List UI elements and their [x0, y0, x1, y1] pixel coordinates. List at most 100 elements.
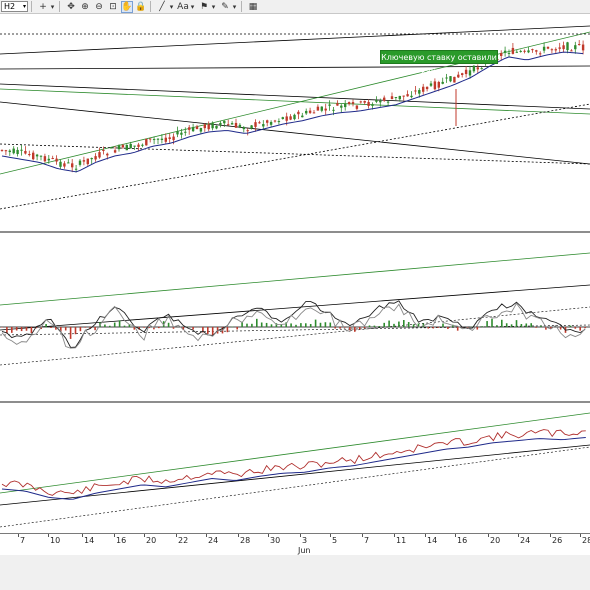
- candle-body: [379, 100, 382, 103]
- histogram-bar: [1, 327, 3, 328]
- chevron-down-icon: ▾: [22, 3, 26, 10]
- histogram-bar: [246, 323, 248, 327]
- candle-body: [90, 157, 93, 160]
- histogram-bar: [265, 322, 268, 327]
- flag-icon[interactable]: ⚑: [198, 1, 210, 13]
- trendline: [0, 83, 590, 110]
- axis-tick-label: 3: [302, 536, 308, 545]
- candle-body: [464, 69, 468, 75]
- candle-body: [515, 51, 518, 53]
- text-tool-icon[interactable]: Aa: [177, 1, 189, 13]
- candle-body: [500, 53, 503, 56]
- candle-body: [293, 114, 296, 120]
- histogram-bar: [491, 318, 493, 327]
- histogram-bar: [15, 327, 18, 331]
- candle-body: [176, 131, 179, 135]
- candle-body: [149, 138, 152, 140]
- chevron-down-icon[interactable]: ▾: [189, 1, 196, 13]
- oscillator-pane[interactable]: [0, 235, 590, 403]
- grid-icon[interactable]: ▦: [247, 1, 259, 13]
- lock-icon[interactable]: 🔒: [135, 1, 147, 13]
- histogram-bar: [535, 327, 537, 328]
- histogram-bar: [256, 318, 258, 327]
- candle-body: [110, 147, 113, 149]
- axis-tick-label: 16: [116, 536, 127, 545]
- histogram-bar: [368, 325, 371, 327]
- axis-tick-mark: [238, 534, 239, 537]
- candle-body: [281, 117, 284, 119]
- candle-body: [133, 145, 136, 147]
- candle-body: [305, 110, 308, 114]
- axis-tick-label: 28: [582, 536, 590, 545]
- candle-body: [273, 120, 277, 122]
- histogram-bar: [260, 322, 263, 327]
- axis-month-label: Jun: [298, 546, 311, 555]
- trendline-green: [0, 88, 590, 115]
- histogram-bar: [363, 327, 366, 329]
- candle-body: [32, 152, 35, 160]
- candle-body: [297, 111, 300, 115]
- trendline-green: [0, 252, 590, 306]
- candle-body: [347, 102, 351, 104]
- rsi-pane[interactable]: [0, 405, 590, 533]
- candle-body: [86, 158, 89, 165]
- chevron-down-icon[interactable]: ▾: [210, 1, 217, 13]
- histogram-bar: [20, 327, 23, 332]
- histogram-bar: [559, 327, 562, 330]
- candle-body: [351, 102, 355, 104]
- timeframe-select[interactable]: H2 ▾: [1, 1, 28, 12]
- zoom-out-icon[interactable]: ⊖: [93, 1, 105, 13]
- candle-body: [55, 158, 58, 162]
- chevron-down-icon[interactable]: ▾: [231, 1, 238, 13]
- axis-tick-mark: [362, 534, 363, 537]
- chevron-down-icon[interactable]: ▾: [168, 1, 175, 13]
- price-pane[interactable]: Ключевую ставку оставили как есть: [0, 14, 590, 233]
- chevron-down-icon[interactable]: ▾: [49, 1, 56, 13]
- news-label[interactable]: Ключевую ставку оставили как есть: [380, 50, 498, 76]
- crosshair-icon[interactable]: +: [37, 1, 49, 13]
- hand-icon[interactable]: ✋: [121, 0, 133, 13]
- candle-body: [211, 123, 214, 129]
- candle-body: [554, 49, 557, 51]
- zoom-fit-icon[interactable]: ⊡: [107, 1, 119, 13]
- histogram-bar: [295, 324, 297, 327]
- candle-body: [4, 150, 8, 152]
- candle-body: [316, 106, 320, 111]
- candle-body: [476, 67, 479, 70]
- histogram-bar: [300, 323, 302, 327]
- histogram-bar: [251, 323, 253, 327]
- trendline-dashed: [0, 446, 590, 528]
- axis-tick-mark: [425, 534, 426, 537]
- axis-tick-label: 26: [552, 536, 563, 545]
- histogram-bar: [64, 327, 67, 331]
- candle-body: [546, 46, 550, 49]
- axis-tick-mark: [518, 534, 519, 537]
- line-tool-icon[interactable]: ╱: [156, 1, 168, 13]
- axis-tick-mark: [206, 534, 207, 537]
- histogram-bar: [74, 327, 77, 335]
- candle-body: [106, 153, 109, 156]
- candle-body: [503, 50, 507, 53]
- histogram-bar: [373, 325, 376, 327]
- histogram-bar: [579, 327, 581, 331]
- toolbar-tools: + ▾ ✥ ⊕ ⊖ ⊡ ✋ 🔒 ╱ ▾ Aa ▾ ⚑ ▾ ✎ ▾ ▦: [35, 0, 259, 13]
- axis-tick-label: 24: [520, 536, 531, 545]
- candle-body: [320, 106, 323, 111]
- move-icon[interactable]: ✥: [65, 1, 77, 13]
- histogram-bar: [393, 323, 395, 327]
- status-area: [0, 555, 590, 590]
- candle-body: [145, 138, 148, 146]
- objects-icon[interactable]: ✎: [219, 1, 231, 13]
- candle-body: [344, 103, 347, 108]
- candle-body: [164, 137, 167, 142]
- axis-tick-mark: [455, 534, 456, 537]
- candle-body: [59, 161, 62, 167]
- zoom-in-icon[interactable]: ⊕: [79, 1, 91, 13]
- axis-tick-label: 24: [208, 536, 219, 545]
- candle-body: [566, 42, 569, 51]
- candle-body: [168, 137, 171, 139]
- histogram-bar: [530, 323, 532, 327]
- trendline: [0, 444, 590, 506]
- histogram-bar: [158, 327, 160, 329]
- axis-tick-mark: [18, 534, 19, 537]
